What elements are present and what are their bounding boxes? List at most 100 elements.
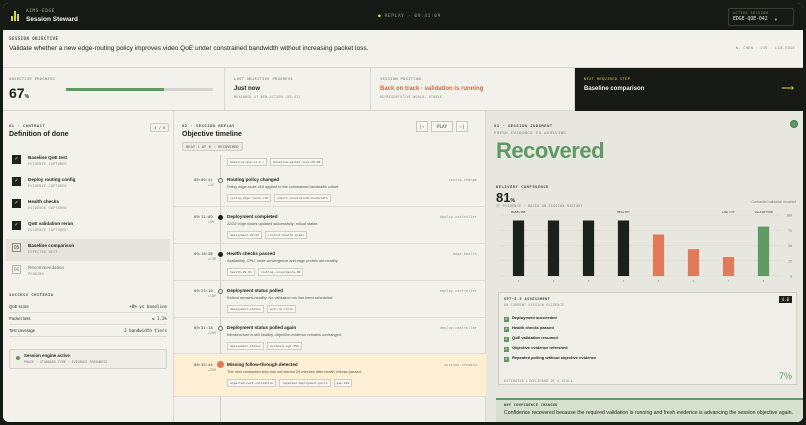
evidence-tag[interactable]: rollout-health-green [264, 231, 308, 239]
event-dot-icon [218, 252, 223, 257]
next-step-card[interactable]: NEXT REQUIRED STEP Baseline comparison ⟶ [575, 68, 803, 111]
criteria-label: SUCCESS CRITERIA [9, 292, 54, 297]
chart-annotation: LOW CUT [722, 210, 735, 214]
replay-title: Objective timeline [182, 131, 242, 138]
alert-dot-icon [217, 361, 224, 368]
chart-y-tick-label: 0 [790, 275, 792, 279]
bar-logo-icon [11, 11, 20, 21]
event-time: 09:18:38 [194, 251, 213, 256]
next-button[interactable]: ›| [456, 121, 468, 132]
prev-button[interactable]: |‹ [416, 121, 428, 132]
evidence-tag[interactable]: repeated-deployment-polls [279, 379, 331, 387]
evidence-tag[interactable]: evidence-age-35m [266, 342, 302, 350]
play-button[interactable]: PLAY [431, 121, 453, 132]
objective-progress-value: 67% [9, 85, 30, 101]
session-position-value: Back on track · validation is running [380, 86, 484, 92]
assessment-badge: 4.8 [778, 296, 792, 303]
event-title: Health checks passed [227, 251, 276, 256]
event-description: Policy edge-route-v18 applied to the con… [227, 185, 340, 189]
assessment-sub: ON CURRENT SESSION EVIDENCE [504, 303, 564, 307]
checkbox-icon: ✓ [504, 327, 509, 332]
step-item-current[interactable]: 05 Baseline comparison EXPECTED NEXT [6, 239, 170, 261]
replay-time: 09:41:09 [414, 14, 441, 19]
timeline-event[interactable]: 09:18:38 +13M Health checks passed edge-… [174, 244, 486, 281]
evidence-tag[interactable]: cohort-constrained-bandwidth [273, 194, 331, 202]
timeline-event[interactable]: 09:09:41 +4S Routing policy changed conf… [174, 170, 486, 207]
replay-indicator: ● REPLAY · 09:41:09 [378, 14, 441, 19]
evidence-tag[interactable]: expected-next-validation [227, 379, 277, 387]
last-progress-label: LAST OBJECTIVE PROGRESS [234, 77, 293, 81]
evidence-tag[interactable]: deployment-status [227, 342, 264, 350]
last-progress-value: Just now [234, 86, 261, 92]
step-item[interactable]: ✓ QoE validation rerun EVIDENCE CAPTURED [6, 217, 170, 239]
evidence-tag[interactable]: deployment-22/22 [227, 231, 262, 239]
checkbox-icon: ✓ [504, 347, 509, 352]
next-step-value: Baseline comparison [584, 86, 645, 92]
evidence-tag[interactable]: baseline-qoe-v1.2 ✓ [227, 158, 268, 166]
objective-progress-card: OBJECTIVE PROGRESS 67% [3, 68, 225, 111]
timeline-event[interactable]: 09:23:10 +18M Deployment status polled d… [174, 281, 486, 318]
event-description: Rollout remains healthy. No validation r… [227, 296, 334, 300]
evidence-tag[interactable]: config-edge-route-v18 [227, 194, 271, 202]
event-title: Deployment status polled again [227, 325, 297, 330]
objective-label: SESSION OBJECTIVE [9, 36, 59, 41]
session-selector-value: EDGE-QOE-042 [733, 17, 768, 22]
session-selector[interactable]: ACTIVE SESSION EDGE-QOE-042 ▾ [728, 8, 794, 26]
evidence-tag[interactable]: health-99.9% [227, 268, 255, 276]
event-title: Routing policy changed [227, 177, 280, 182]
event-source: deploy-controller [439, 215, 477, 219]
step-name: Recommendation [28, 265, 65, 270]
chart-bar [757, 226, 770, 276]
event-dot-icon [218, 289, 223, 294]
event-time: 09:23:10 [194, 288, 213, 293]
judgment-sub: FRESH EVIDENCE IS ARRIVING [494, 130, 567, 135]
timeline-event[interactable]: 09:11:09 +9M Deployment completed deploy… [174, 207, 486, 244]
chart-x-tick-label: 3 [588, 279, 590, 283]
chart-y-tick-label: 50 [788, 244, 792, 248]
timeline-event[interactable]: 09:31:18 +26M Deployment status polled a… [174, 318, 486, 354]
evidence-tag[interactable]: poll-no-rerun [266, 305, 297, 313]
timeline-event-alert[interactable]: 09:35:44 +31M Missing follow-through det… [174, 354, 486, 397]
chart-x-tick-label: 2 [553, 279, 555, 283]
evidence-tag[interactable]: routing-convergence-OK [257, 268, 304, 276]
tag-list: deployment-status poll-no-rerun [227, 305, 297, 313]
assessment-label: GPT-5.5 ASSESSMENT [504, 297, 551, 301]
event-time: 09:35:44 [194, 362, 213, 367]
event-source: deploy-controller [439, 289, 477, 293]
chart-y-tick-label: 25 [788, 259, 792, 263]
event-dot-icon [218, 178, 223, 183]
confidence-sub: IF EVIDENCE · BASED ON SESSION HISTORY [496, 204, 583, 208]
step-state: EVIDENCE CAPTURED [28, 228, 67, 232]
step-check-icon: ✓ [12, 177, 21, 186]
why-confidence-changed: WHY CONFIDENCE CHANGED Confidence recove… [496, 398, 803, 422]
checkbox-icon: ✓ [504, 317, 509, 322]
event-source: session-steward [444, 363, 477, 367]
evidence-tag[interactable]: gap-24m [333, 379, 353, 387]
replay-beat-pill: BEAT 1 OF 6 · RECOVERED [182, 142, 243, 151]
chart-y-tick-label: 100 [786, 214, 792, 218]
top-bar: AIMS-EDGE Session Steward ● REPLAY · 09:… [3, 3, 803, 30]
step-state: PENDING [28, 272, 44, 276]
evidence-tag[interactable]: baseline-packet-loss-00.08 [270, 158, 324, 166]
checkbox-icon: ✓ [504, 357, 509, 362]
chart-bar [652, 234, 665, 276]
evidence-tag[interactable]: deployment-status [227, 305, 264, 313]
last-progress-card: LAST OBJECTIVE PROGRESS Just now MEASURE… [225, 68, 371, 111]
session-position-card: SESSION POSITION Back on track · validat… [371, 68, 575, 111]
confidence-value: 81% [496, 190, 515, 205]
stall-label: ESTIMATED LIKELIHOOD OF A STALL [504, 379, 573, 383]
step-item[interactable]: ✓ Health checks EVIDENCE CAPTURED [6, 195, 170, 217]
step-item[interactable]: ✓ Deploy routing config EVIDENCE CAPTURE… [6, 173, 170, 195]
event-time: 09:11:09 [194, 214, 213, 219]
tag-list: deployment-status evidence-age-35m [227, 342, 302, 350]
chart-x-tick-label: 5 [658, 279, 660, 283]
step-item[interactable]: ✓ Baseline QoE test EVIDENCE CAPTURED [6, 151, 170, 173]
check-item: ✓ Health checks passed [504, 325, 554, 332]
step-item[interactable]: 06 Recommendation PENDING [6, 261, 170, 283]
step-number-badge: 06 [12, 265, 21, 274]
criteria-row: Test coverage 2 bandwidth tiers [9, 327, 167, 337]
app-window: AIMS-EDGE Session Steward ● REPLAY · 09:… [3, 3, 803, 422]
event-description: Availability, CPU, route convergence and… [227, 259, 339, 263]
chart-x-tick-label: 1 [518, 279, 520, 283]
session-position-label: SESSION POSITION [380, 77, 422, 81]
